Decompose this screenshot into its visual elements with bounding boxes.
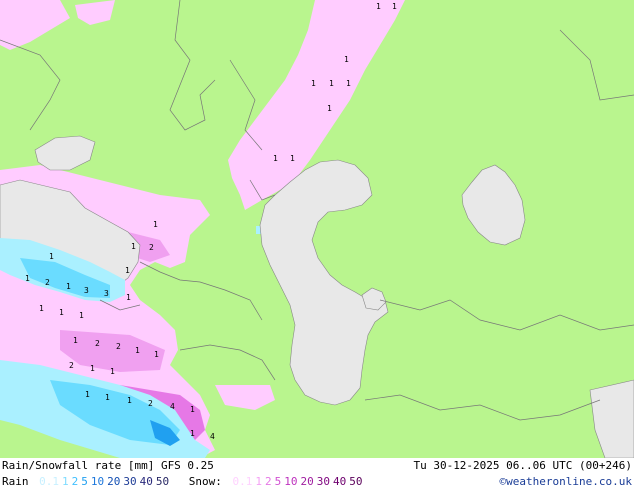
map-value-label: 1 (85, 390, 90, 399)
snow-legend-item: 50 (349, 475, 363, 488)
snow-legend-item: 10 (284, 475, 298, 488)
map-value-label: 1 (135, 346, 140, 355)
footer: Rain/Snowfall rate [mm] GFS 0.25 Tu 30-1… (0, 458, 634, 490)
snow-legend-item: 2 (265, 475, 272, 488)
map-value-label: 4 (210, 432, 215, 441)
map-value-label: 2 (45, 278, 50, 287)
map-value-label: 1 (392, 2, 397, 11)
map-value-label: 1 (190, 405, 195, 414)
snow-legend-item: 0.1 (232, 475, 253, 488)
map-value-label: 2 (148, 399, 153, 408)
map-value-label: 1 (127, 396, 132, 405)
rain-legend-item: 5 (81, 475, 88, 488)
map-value-label: 1 (49, 252, 54, 261)
title-right: Tu 30-12-2025 06..06 UTC (00+246) (413, 459, 632, 472)
map-value-label: 2 (149, 243, 154, 252)
map-value-label: 1 (190, 429, 195, 438)
snow-legend-item: 1 (255, 475, 262, 488)
map-value-label: 1 (290, 154, 295, 163)
map-value-label: 1 (131, 242, 136, 251)
map-value-label: 1 (376, 2, 381, 11)
map-value-label: 1 (39, 304, 44, 313)
rain-legend-item: 10 (90, 475, 105, 488)
rain-legend-item: 40 (139, 475, 153, 488)
map-value-label: 1 (346, 79, 351, 88)
map-value-label: 1 (90, 364, 95, 373)
map-value-label: 1 (153, 220, 158, 229)
map-value-label: 1 (327, 104, 332, 113)
map-value-label: 3 (84, 286, 89, 295)
map-value-label: 1 (105, 393, 110, 402)
map-value-label: 4 (170, 402, 175, 411)
legend-row: Rain 0.1 1 2 5 10 20 30 40 50 Snow: 0.1 1 2 5 10 20 30… (2, 475, 370, 488)
map-value-label: 2 (116, 342, 121, 351)
rain-legend-item: 1 (62, 475, 69, 488)
snow-label: Snow: (188, 475, 222, 488)
snow-legend: 0.1 1 2 5 10 20 30 40 50 (233, 475, 366, 488)
rain-label: Rain (2, 475, 29, 488)
map-value-label: 1 (73, 336, 78, 345)
credit[interactable]: ©weatheronline.co.uk (500, 475, 632, 488)
snow-legend-item: 5 (274, 475, 282, 488)
map-value-label: 1 (110, 367, 115, 376)
map-value-label: 1 (79, 311, 84, 320)
snow-legend-item: 30 (316, 475, 330, 488)
map-value-label: 1 (66, 282, 71, 291)
map-value-label: 1 (344, 55, 349, 64)
map-value-label: 1 (311, 79, 316, 88)
map-value-label: 1 (125, 266, 130, 275)
rain-legend: 0.1 1 2 5 10 20 30 40 50 (39, 475, 172, 488)
map-value-label: 1 (126, 293, 131, 302)
map-value-label: 2 (69, 361, 74, 370)
map-value-label: 1 (154, 350, 159, 359)
map-value-label: 1 (329, 79, 334, 88)
map-value-label: 1 (59, 308, 64, 317)
map-value-label: 1 (25, 274, 30, 283)
rain-legend-item: 50 (155, 475, 170, 488)
title-left: Rain/Snowfall rate [mm] GFS 0.25 (2, 459, 214, 472)
map-value-label: 2 (95, 339, 100, 348)
rain-legend-item: 30 (123, 475, 137, 488)
snow-legend-item: 40 (333, 475, 347, 488)
rain-legend-item: 2 (71, 475, 79, 488)
precipitation-map: 1 1 1 1 1 1 1 1 1 1 1 2 1 1 1 2 1 3 3 1 1 1 1 1 2 2 1 1 2 1 1 1 1 1 2 4 1 1 4 (0, 0, 634, 458)
map-value-label: 3 (104, 289, 109, 298)
map-value-label: 1 (273, 154, 278, 163)
snow-legend-item: 20 (300, 475, 314, 488)
rain-legend-item: 20 (107, 475, 121, 488)
rain-legend-item: 0.1 (39, 475, 59, 488)
